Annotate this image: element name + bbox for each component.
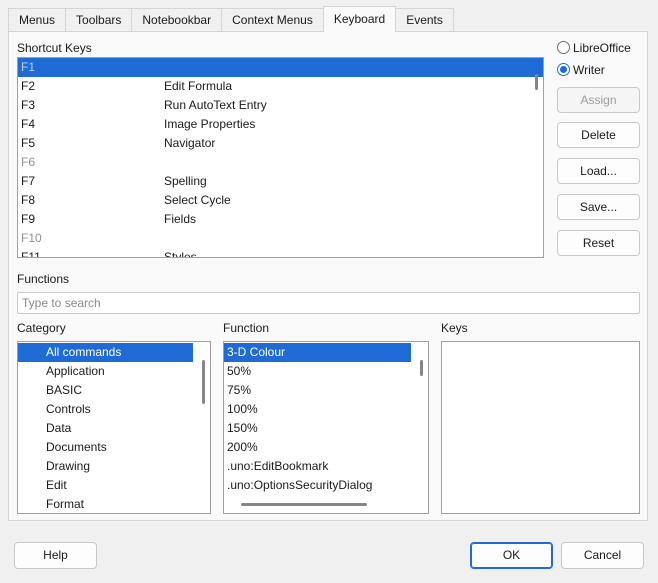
shortcut-key-name: F10 — [21, 231, 42, 245]
function-item[interactable]: .uno:OptionsSecurityDialog — [224, 476, 411, 495]
libreoffice-radio[interactable] — [557, 41, 570, 54]
category-item[interactable]: Format — [18, 495, 193, 513]
category-item[interactable]: Data — [18, 419, 193, 438]
function-item[interactable]: 150% — [224, 419, 411, 438]
category-item[interactable]: Edit — [18, 476, 193, 495]
shortcut-key-row[interactable]: F10 — [18, 229, 543, 248]
function-search-input[interactable] — [17, 292, 640, 314]
function-item[interactable]: 200% — [224, 438, 411, 457]
shortcut-key-name: F2 — [21, 79, 36, 93]
tab-bar: Menus Toolbars Notebookbar Context Menus… — [8, 6, 454, 32]
delete-button[interactable]: Delete — [557, 122, 640, 148]
shortcut-key-function: Edit Formula — [164, 79, 233, 93]
tab-menus[interactable]: Menus — [8, 8, 67, 32]
function-item[interactable]: .uno:EditBookmark — [224, 457, 411, 476]
shortcut-key-name: F6 — [21, 155, 36, 169]
function-scrollbar-horizontal[interactable] — [241, 503, 367, 506]
category-item[interactable]: Drawing — [18, 457, 193, 476]
shortcut-key-name: F3 — [21, 98, 36, 112]
shortcut-keys-list[interactable]: F1 F2 Edit Formula F3 Run AutoText Entry F4 Im… — [17, 57, 544, 258]
functions-label: Functions — [17, 272, 70, 286]
category-item[interactable]: Controls — [18, 400, 193, 419]
shortcut-key-row[interactable]: F3 Run AutoText Entry — [18, 96, 543, 115]
shortcut-key-row[interactable]: F2 Edit Formula — [18, 77, 543, 96]
shortcut-key-function: Spelling — [164, 174, 207, 188]
shortcut-key-row[interactable]: F6 — [18, 153, 543, 172]
shortcut-key-row[interactable]: F7 Spelling — [18, 172, 543, 191]
category-item[interactable]: BASIC — [18, 381, 193, 400]
category-scrollbar[interactable] — [202, 360, 205, 404]
shortcut-key-row[interactable]: F1 — [18, 58, 543, 77]
keys-list[interactable] — [441, 341, 640, 514]
shortcut-key-name: F8 — [21, 193, 36, 207]
function-item[interactable]: 50% — [224, 362, 411, 381]
help-button[interactable]: Help — [14, 542, 97, 569]
function-list[interactable]: 3-D Colour 50% 75% 100% 150% 200% .uno:EditBoo… — [223, 341, 429, 514]
cancel-button[interactable]: Cancel — [561, 542, 644, 569]
keys-label: Keys — [441, 321, 468, 335]
shortcut-key-row[interactable]: F9 Fields — [18, 210, 543, 229]
function-item[interactable]: 100% — [224, 400, 411, 419]
shortcut-key-function: Navigator — [164, 136, 216, 150]
category-label: Category — [17, 321, 66, 335]
tab-events[interactable]: Events — [395, 8, 454, 32]
function-label: Function — [223, 321, 270, 335]
category-list[interactable]: All commands Application BASIC Controls Data… — [17, 341, 211, 514]
shortcut-key-row[interactable]: F8 Select Cycle — [18, 191, 543, 210]
assign-button[interactable]: Assign — [557, 87, 640, 113]
reset-button[interactable]: Reset — [557, 230, 640, 256]
shortcut-key-function: Styles — [164, 250, 197, 258]
category-item[interactable]: Application — [18, 362, 193, 381]
tab-notebookbar[interactable]: Notebookbar — [131, 8, 223, 32]
function-item[interactable]: 3-D Colour — [224, 343, 411, 362]
libreoffice-radio-label[interactable]: LibreOffice — [573, 41, 631, 55]
shortcut-key-name: F11 — [21, 250, 41, 258]
writer-radio[interactable] — [557, 63, 570, 76]
shortcut-key-name: F4 — [21, 117, 36, 131]
category-item[interactable]: Documents — [18, 438, 193, 457]
save-button[interactable]: Save... — [557, 194, 640, 220]
shortcut-keys-scrollbar[interactable] — [535, 74, 538, 90]
shortcut-key-name: F9 — [21, 212, 36, 226]
shortcut-key-name: F1 — [21, 60, 36, 74]
shortcut-key-name: F7 — [21, 174, 36, 188]
shortcut-key-name: F5 — [21, 136, 36, 150]
category-item[interactable]: All commands — [18, 343, 193, 362]
shortcut-key-row[interactable]: F5 Navigator — [18, 134, 543, 153]
function-item[interactable]: 75% — [224, 381, 411, 400]
tab-toolbars[interactable]: Toolbars — [65, 8, 133, 32]
tab-keyboard[interactable]: Keyboard — [322, 6, 397, 32]
function-scrollbar-vertical[interactable] — [420, 360, 423, 376]
ok-button[interactable]: OK — [470, 542, 553, 569]
shortcut-keys-label: Shortcut Keys — [17, 41, 92, 55]
shortcut-key-function: Image Properties — [164, 117, 256, 131]
shortcut-key-row[interactable]: F11 Styles — [18, 248, 543, 258]
load-button[interactable]: Load... — [557, 158, 640, 184]
shortcut-key-function: Select Cycle — [164, 193, 231, 207]
shortcut-key-row[interactable]: F4 Image Properties — [18, 115, 543, 134]
writer-radio-label[interactable]: Writer — [573, 63, 605, 77]
shortcut-key-function: Fields — [164, 212, 197, 226]
tab-context-menus[interactable]: Context Menus — [221, 8, 324, 32]
shortcut-key-function: Run AutoText Entry — [164, 98, 267, 112]
